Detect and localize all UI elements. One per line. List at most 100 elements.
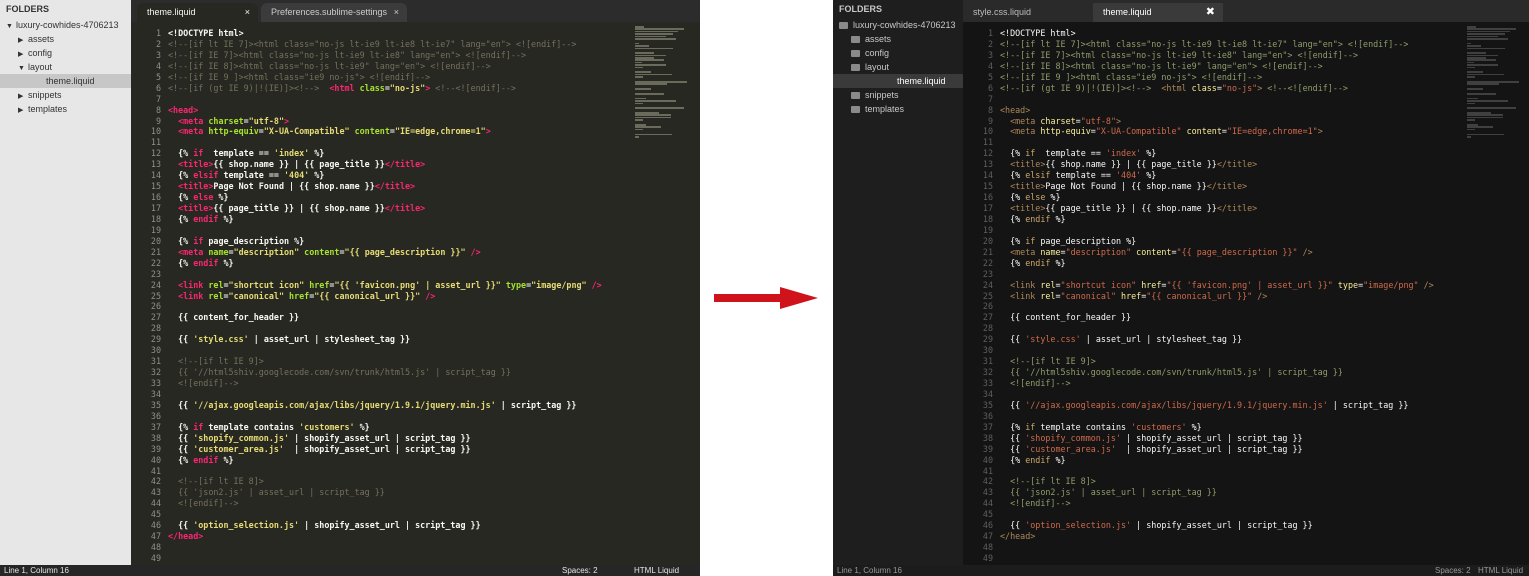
code-line[interactable] (1000, 323, 1529, 334)
code-line[interactable]: <title>{{ page_title }} | {{ shop.name }… (1000, 203, 1529, 214)
sidebar-item-assets[interactable]: assets (833, 32, 963, 46)
code-line[interactable]: <!--[if lt IE 7]><html class="no-js lt-i… (1000, 39, 1529, 50)
tab-theme-liquid[interactable]: theme.liquid ✖ (1093, 3, 1223, 22)
code-line[interactable] (1000, 542, 1529, 553)
code-line[interactable] (168, 411, 700, 422)
code-line[interactable]: <title>{{ page_title }} | {{ shop.name }… (168, 203, 700, 214)
disclosure-closed-icon[interactable]: ▶ (18, 104, 28, 118)
sidebar-item-snippets[interactable]: ▶ snippets (0, 88, 131, 102)
tab-style-css-liquid[interactable]: style.css.liquid (963, 3, 1093, 22)
indentation-setting[interactable]: Spaces: 2 (562, 565, 598, 576)
code-line[interactable]: {% if template contains 'customers' %} (168, 422, 700, 433)
code-line[interactable] (1000, 411, 1529, 422)
code-line[interactable]: <![endif]--> (1000, 378, 1529, 389)
code-line[interactable] (1000, 553, 1529, 564)
code-text[interactable]: <!DOCTYPE html> <!--[if lt IE 7]><html cl… (1000, 28, 1529, 564)
close-icon[interactable]: ✖ (1206, 3, 1215, 22)
code-line[interactable]: <!--[if lt IE 9]> (168, 356, 700, 367)
sidebar-item-theme-liquid[interactable]: theme.liquid (0, 74, 131, 88)
code-line[interactable] (168, 553, 700, 564)
code-line[interactable]: <meta charset="utf-8"> (168, 116, 700, 127)
code-line[interactable]: <head> (1000, 105, 1529, 116)
code-line[interactable] (1000, 269, 1529, 280)
code-line[interactable]: <link rel="canonical" href="{{ canonical… (168, 291, 700, 302)
code-line[interactable]: {{ 'option_selection.js' | shopify_asset… (168, 520, 700, 531)
code-line[interactable]: <title>{{ shop.name }} | {{ page_title }… (168, 159, 700, 170)
code-line[interactable]: {{ 'json2.js' | asset_url | script_tag }… (1000, 487, 1529, 498)
code-line[interactable]: <!DOCTYPE html> (1000, 28, 1529, 39)
code-line[interactable]: <!--[if IE 9 ]><html class="ie9 no-js"> … (1000, 72, 1529, 83)
code-editor[interactable]: 1 2 3 4 5 6 7 8 9 10 11 12 13 14 15 16 17 18 19 20 21 22 23 24 2… (131, 22, 700, 565)
code-text[interactable]: <!DOCTYPE html> <!--[if lt IE 7]><html cl… (168, 28, 700, 564)
code-line[interactable] (168, 225, 700, 236)
code-line[interactable]: {% endif %} (168, 214, 700, 225)
code-line[interactable]: {{ content_for_header }} (168, 312, 700, 323)
code-line[interactable]: {{ 'style.css' | asset_url | stylesheet_… (1000, 334, 1529, 345)
code-line[interactable]: <link rel="canonical" href="{{ canonical… (1000, 291, 1529, 302)
code-line[interactable]: {% endif %} (1000, 455, 1529, 466)
code-line[interactable] (1000, 345, 1529, 356)
code-line[interactable]: <!--[if IE 9 ]><html class="ie9 no-js"> … (168, 72, 700, 83)
code-line[interactable]: <!--[if IE 8]><html class="no-js lt-ie9"… (168, 61, 700, 72)
sidebar-item-templates[interactable]: templates (833, 102, 963, 116)
code-line[interactable]: </head> (168, 531, 700, 542)
indentation-setting[interactable]: Spaces: 2 (1435, 565, 1471, 576)
code-line[interactable]: {{ '//ajax.googleapis.com/ajax/libs/jque… (168, 400, 700, 411)
code-line[interactable] (168, 269, 700, 280)
sidebar-item-layout[interactable]: layout (833, 60, 963, 74)
syntax-setting[interactable]: HTML Liquid (634, 565, 679, 576)
code-line[interactable]: {{ 'option_selection.js' | shopify_asset… (1000, 520, 1529, 531)
code-line[interactable]: {% endif %} (168, 455, 700, 466)
code-line[interactable]: <link rel="shortcut icon" href="{{ 'favi… (168, 280, 700, 291)
code-line[interactable]: <!DOCTYPE html> (168, 28, 700, 39)
code-line[interactable] (1000, 225, 1529, 236)
code-line[interactable] (168, 137, 700, 148)
code-line[interactable] (1000, 301, 1529, 312)
code-line[interactable]: {% if template contains 'customers' %} (1000, 422, 1529, 433)
code-line[interactable]: <!--[if IE 7]><html class="no-js lt-ie9 … (168, 50, 700, 61)
code-line[interactable]: <meta name="description" content="{{ pag… (1000, 247, 1529, 258)
sidebar-item-config[interactable]: config (833, 46, 963, 60)
code-line[interactable]: {{ 'json2.js' | asset_url | script_tag }… (168, 487, 700, 498)
sidebar-item-assets[interactable]: ▶ assets (0, 32, 131, 46)
close-icon[interactable]: × (245, 3, 250, 22)
code-line[interactable]: <!--[if lt IE 8]> (168, 476, 700, 487)
code-line[interactable] (168, 94, 700, 105)
code-editor[interactable]: 1 2 3 4 5 6 7 8 9 10 11 12 13 14 15 16 17 18 19 20 21 22 23 24 2… (963, 22, 1529, 565)
tab-theme-liquid[interactable]: theme.liquid × (137, 3, 258, 22)
code-line[interactable]: <head> (168, 105, 700, 116)
code-line[interactable]: {{ '//html5shiv.googlecode.com/svn/trunk… (1000, 367, 1529, 378)
code-line[interactable]: {{ 'shopify_common.js' | shopify_asset_u… (1000, 433, 1529, 444)
code-line[interactable]: {{ 'style.css' | asset_url | stylesheet_… (168, 334, 700, 345)
code-line[interactable] (168, 389, 700, 400)
code-line[interactable]: {{ 'shopify_common.js' | shopify_asset_u… (168, 433, 700, 444)
code-line[interactable]: <!--[if IE 8]><html class="no-js lt-ie9"… (1000, 61, 1529, 72)
sidebar-item-layout[interactable]: ▼ layout (0, 60, 131, 74)
code-line[interactable]: {% endif %} (168, 258, 700, 269)
code-line[interactable]: <!--[if lt IE 8]> (1000, 476, 1529, 487)
code-line[interactable] (1000, 137, 1529, 148)
code-line[interactable]: <title>Page Not Found | {{ shop.name }}<… (168, 181, 700, 192)
code-line[interactable]: {{ '//ajax.googleapis.com/ajax/libs/jque… (1000, 400, 1529, 411)
code-line[interactable]: {% elsif template == '404' %} (168, 170, 700, 181)
code-line[interactable]: <![endif]--> (168, 378, 700, 389)
code-line[interactable] (1000, 509, 1529, 520)
code-line[interactable] (168, 323, 700, 334)
code-line[interactable] (1000, 466, 1529, 477)
sidebar-item-snippets[interactable]: snippets (833, 88, 963, 102)
code-line[interactable]: </head> (1000, 531, 1529, 542)
code-line[interactable] (168, 509, 700, 520)
code-line[interactable]: {% if page_description %} (168, 236, 700, 247)
code-line[interactable]: {{ 'customer_area.js' | shopify_asset_ur… (1000, 444, 1529, 455)
sidebar-item-luxury-cowhides-4706213[interactable]: ▼ luxury-cowhides-4706213 (0, 18, 131, 32)
code-line[interactable]: <!--[if (gt IE 9)|!(IE)]><!--> <html cla… (168, 83, 700, 94)
code-line[interactable]: {{ 'customer_area.js' | shopify_asset_ur… (168, 444, 700, 455)
sidebar-item-theme-liquid[interactable]: theme.liquid (833, 74, 963, 88)
code-line[interactable]: {% if page_description %} (1000, 236, 1529, 247)
code-line[interactable]: <meta name="description" content="{{ pag… (168, 247, 700, 258)
code-line[interactable]: <meta http-equiv="X-UA-Compatible" conte… (168, 126, 700, 137)
code-line[interactable] (168, 466, 700, 477)
code-line[interactable]: <!--[if lt IE 9]> (1000, 356, 1529, 367)
code-line[interactable] (1000, 94, 1529, 105)
syntax-setting[interactable]: HTML Liquid (1478, 565, 1523, 576)
